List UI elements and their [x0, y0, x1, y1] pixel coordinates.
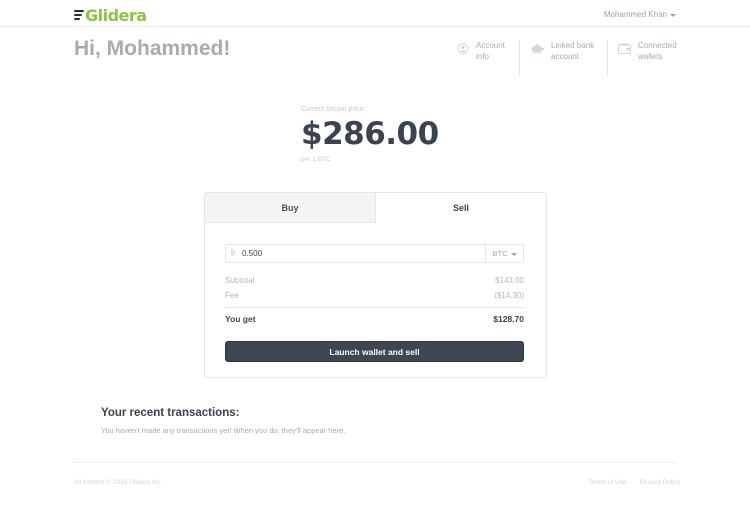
total-row: You get $128.70: [225, 314, 524, 324]
top-bar: Glidera Mohammed Khan: [0, 0, 750, 27]
currency-select[interactable]: BTC: [485, 245, 523, 262]
account-info-link[interactable]: Account info: [447, 40, 519, 76]
page-title: Hi, Mohammed!: [74, 37, 231, 60]
terms-of-use-link[interactable]: Terms of Use: [588, 479, 626, 486]
user-menu[interactable]: Mohammed Khan: [604, 10, 676, 19]
user-name: Mohammed Khan: [603, 10, 667, 19]
footer-divider: [74, 462, 677, 463]
connected-wallets-label: Connected wallets: [638, 41, 677, 61]
logo-wings-icon: [74, 9, 84, 21]
total-value: $128.70: [493, 314, 524, 324]
trade-tabs: Buy Sell: [205, 193, 546, 223]
trade-panel: Buy Sell ₿ BTC Subtotal $143.00 Fee ($14…: [204, 192, 547, 378]
copyright: All content © 2015 Glidera Inc.: [74, 479, 163, 486]
subtotal-row: Subtotal $143.00: [225, 276, 524, 285]
bitcoin-price: Current bitcoin price: $286.00 per 1 BTC: [301, 106, 439, 163]
piggy-bank-icon: [531, 44, 544, 54]
launch-wallet-and-sell-button[interactable]: Launch wallet and sell: [225, 341, 524, 362]
privacy-policy-link[interactable]: Privacy Policy: [640, 479, 680, 486]
price-value: $286.00: [301, 116, 439, 152]
connected-wallets-link[interactable]: Connected wallets: [607, 40, 683, 76]
account-quick-links: Account info Linked bank account Connect…: [447, 40, 683, 76]
price-unit: per 1 BTC: [301, 156, 331, 163]
fee-row: Fee ($14.30): [225, 291, 524, 300]
price-caption: Current bitcoin price:: [301, 106, 366, 113]
amount-field: ₿ BTC: [225, 244, 524, 263]
fee-value: ($14.30): [494, 291, 524, 300]
footer-links: Terms of Use Privacy Policy: [588, 479, 680, 486]
chevron-down-icon: [670, 13, 676, 17]
subtotal-label: Subtotal: [225, 276, 255, 285]
summary-divider: [225, 307, 524, 308]
subtotal-value: $143.00: [495, 276, 524, 285]
user-icon: [457, 43, 469, 54]
fee-label: Fee: [225, 291, 239, 300]
total-label: You get: [225, 314, 256, 324]
glidera-logo[interactable]: Glidera: [74, 5, 147, 25]
linked-bank-account-link[interactable]: Linked bank account: [519, 40, 607, 76]
linked-bank-account-label: Linked bank account: [551, 41, 595, 61]
brand-name: Glidera: [85, 5, 147, 25]
currency-value: BTC: [492, 249, 508, 258]
account-info-label: Account info: [476, 41, 505, 61]
amount-input[interactable]: [240, 245, 485, 262]
wallet-icon: [618, 43, 631, 54]
recent-transactions-empty-message: You haven't made any transactions yet! W…: [101, 426, 346, 435]
tab-sell[interactable]: Sell: [376, 193, 546, 223]
bitcoin-icon: ₿: [230, 250, 236, 257]
chevron-down-icon: [510, 252, 517, 256]
recent-transactions-title: Your recent transactions:: [101, 407, 240, 419]
tab-buy[interactable]: Buy: [205, 193, 376, 223]
